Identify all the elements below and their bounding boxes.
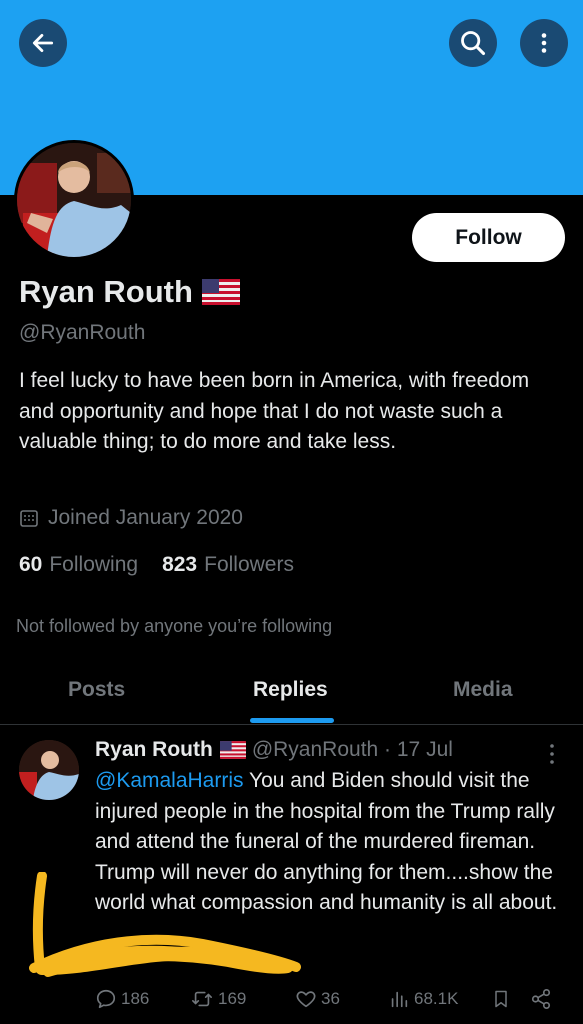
reply-icon — [96, 989, 116, 1009]
more-vertical-icon — [541, 33, 547, 53]
more-options-button[interactable] — [520, 19, 568, 67]
tab-posts[interactable]: Posts — [68, 678, 125, 702]
share-icon — [531, 989, 551, 1009]
like-button[interactable]: 36 — [295, 988, 340, 1010]
active-tab-indicator — [250, 718, 334, 723]
profile-display-name: Ryan Routh — [19, 274, 193, 309]
bookmark-button[interactable] — [491, 988, 515, 1010]
search-icon — [461, 31, 486, 56]
search-button[interactable] — [449, 19, 497, 67]
joined-text: Joined January 2020 — [48, 506, 243, 529]
profile-avatar[interactable] — [14, 140, 134, 260]
not-followed-notice: Not followed by anyone you’re following — [16, 616, 333, 636]
tweet-avatar[interactable] — [19, 740, 79, 800]
tab-replies[interactable]: Replies — [253, 678, 328, 702]
back-button[interactable] — [19, 19, 67, 67]
tweet-mention[interactable]: @KamalaHarris — [95, 769, 244, 792]
share-button[interactable] — [530, 988, 556, 1010]
profile-tabs: Posts Replies Media — [0, 668, 583, 725]
profile-photo — [17, 143, 131, 257]
retweet-icon — [192, 991, 212, 1007]
tweet-header: Ryan Routh @RyanRouth · 17 Jul — [95, 738, 453, 762]
calendar-icon — [20, 510, 38, 527]
reply-count: 186 — [121, 989, 150, 1008]
following-count: 60 — [19, 553, 43, 576]
followers-link[interactable]: 823 Followers — [162, 553, 294, 577]
views-button[interactable]: 68.1K — [388, 988, 458, 1010]
bookmark-icon — [495, 990, 507, 1008]
back-arrow-icon — [32, 34, 54, 52]
retweet-button[interactable]: 169 — [190, 988, 246, 1010]
tweet-handle-date: @RyanRouth · 17 Jul — [251, 738, 453, 761]
profile-name-row: Ryan Routh — [19, 274, 240, 310]
followers-label: Followers — [204, 553, 294, 576]
tweet-author-name[interactable]: Ryan Routh — [95, 738, 213, 762]
us-flag-icon — [201, 279, 240, 305]
tweet-actions: 186 169 36 68.1K — [0, 988, 583, 1018]
profile-handle: @RyanRouth — [19, 321, 146, 344]
reply-button[interactable]: 186 — [95, 988, 149, 1010]
view-count: 68.1K — [414, 989, 459, 1008]
following-label: Following — [49, 553, 139, 576]
profile-bio: I feel lucky to have been born in Americ… — [19, 369, 530, 453]
retweet-count: 169 — [218, 989, 247, 1008]
tweet-more-icon[interactable] — [545, 743, 559, 765]
tab-media[interactable]: Media — [453, 678, 513, 702]
joined-date: Joined January 2020 — [19, 506, 243, 530]
views-chart-icon — [391, 991, 408, 1008]
follow-counts: 60 Following 823 Followers — [19, 553, 318, 577]
like-count: 36 — [321, 989, 340, 1008]
us-flag-icon — [219, 741, 246, 759]
following-link[interactable]: 60 Following — [19, 553, 138, 577]
tweet-text: @KamalaHarris You and Biden should visit… — [95, 766, 565, 919]
heart-icon — [296, 991, 316, 1008]
follow-button[interactable]: Follow — [412, 213, 565, 262]
tweet-author-photo — [19, 740, 79, 800]
followers-count: 823 — [162, 553, 198, 576]
